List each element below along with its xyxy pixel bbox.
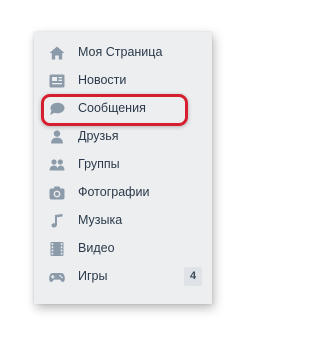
camera-icon <box>49 186 65 200</box>
menu-item-label: Группы <box>78 157 120 171</box>
newspaper-icon <box>49 74 65 88</box>
menu-item-video[interactable]: Видео <box>34 235 212 263</box>
menu-item-label: Сообщения <box>78 101 146 115</box>
menu-item-games[interactable]: Игры 4 <box>34 263 212 291</box>
left-nav-panel: Моя Страница Новости Сообщения Друзья Гр <box>34 32 212 304</box>
menu-item-photos[interactable]: Фотографии <box>34 179 212 207</box>
music-note-icon <box>49 214 65 228</box>
home-icon <box>49 46 65 60</box>
menu-item-music[interactable]: Музыка <box>34 207 212 235</box>
menu-item-label: Друзья <box>78 129 119 143</box>
games-count-badge: 4 <box>184 267 202 286</box>
person-icon <box>49 130 65 144</box>
chat-bubble-icon <box>49 102 65 116</box>
menu-item-messages[interactable]: Сообщения <box>34 95 212 123</box>
people-icon <box>49 158 65 172</box>
menu-item-label: Музыка <box>78 213 123 227</box>
menu-item-label: Фотографии <box>78 185 150 199</box>
menu-item-label: Новости <box>78 73 127 87</box>
menu-item-label: Моя Страница <box>78 45 163 59</box>
menu-item-my-page[interactable]: Моя Страница <box>34 39 212 67</box>
menu-item-label: Видео <box>78 241 115 255</box>
film-icon <box>49 242 65 256</box>
menu-item-news[interactable]: Новости <box>34 67 212 95</box>
menu-item-groups[interactable]: Группы <box>34 151 212 179</box>
left-nav-menu: Моя Страница Новости Сообщения Друзья Гр <box>34 32 212 291</box>
menu-item-label: Игры <box>78 269 108 283</box>
menu-item-friends[interactable]: Друзья <box>34 123 212 151</box>
gamepad-icon <box>49 270 65 284</box>
